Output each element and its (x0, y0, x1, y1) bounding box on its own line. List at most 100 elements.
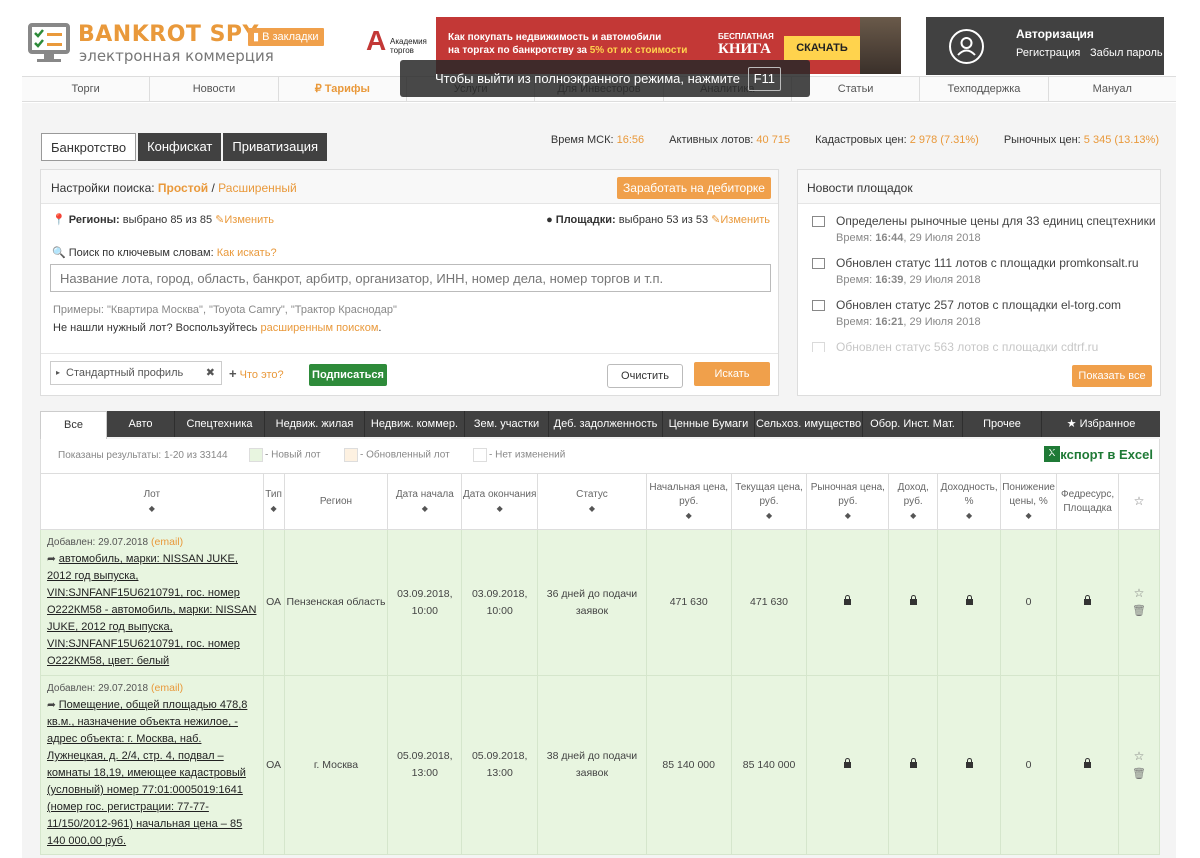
tab-bankruptcy[interactable]: Банкротство (41, 133, 137, 161)
forgot-password-link[interactable]: Забыл пароль (1090, 47, 1163, 59)
logo-title[interactable]: BANKROT SPY (78, 22, 259, 47)
sort-icon[interactable]: ◆ (889, 509, 937, 523)
news-text[interactable]: Определены рыночные цены для 33 единиц с… (836, 214, 1156, 228)
sort-icon[interactable]: ◆ (538, 502, 646, 516)
news-text[interactable]: Обновлен статус 257 лотов с площадки el-… (836, 298, 1121, 312)
search-mode-advanced[interactable]: Расширенный (218, 181, 297, 195)
news-text[interactable]: Обновлен статус 563 лотов с площадки cdt… (836, 340, 1098, 352)
stat-market-value: 5 345 (13.13%) (1083, 134, 1159, 146)
search-button[interactable]: Искать (694, 362, 770, 386)
lock-icon[interactable] (909, 757, 917, 768)
advanced-search-link[interactable]: расширенным поиском (260, 322, 378, 334)
lot-link[interactable]: автомобиль, марки: NISSAN JUKE, 2012 год… (47, 553, 256, 667)
lock-icon[interactable] (844, 757, 852, 768)
col-decrease[interactable]: Понижение цены, % ◆ (1000, 473, 1058, 530)
col-yield[interactable]: Доходность, % ◆ (937, 473, 1002, 530)
news-text[interactable]: Обновлен статус 111 лотов с площадки pro… (836, 256, 1139, 270)
auth-title[interactable]: Авторизация (1016, 27, 1094, 41)
table-row[interactable]: Добавлен: 29.07.2018 (email) ➦ Помещение… (40, 675, 1160, 855)
clear-profile-icon[interactable]: ✖ (206, 362, 215, 384)
lot-decrease: 0 (1000, 529, 1058, 676)
share-icon[interactable]: ➦ (47, 699, 56, 711)
col-start-price[interactable]: Начальная цена, руб. ◆ (645, 473, 732, 530)
lock-icon[interactable] (909, 595, 917, 605)
profile-select[interactable]: ▸ Стандартный профиль ✖ (50, 361, 222, 385)
col-end-date[interactable]: Дата окончания ◆ (461, 473, 539, 530)
sort-icon[interactable]: ◆ (462, 502, 537, 516)
nav-item-news[interactable]: Новости (150, 77, 279, 101)
lock-icon[interactable] (844, 595, 852, 605)
col-region[interactable]: Регион (283, 473, 389, 530)
bookmark-button[interactable]: ▮ В закладки (248, 28, 324, 46)
trash-icon[interactable]: 🗑 (1132, 605, 1146, 617)
sort-icon[interactable]: ◆ (1001, 509, 1056, 523)
tab-equipment[interactable]: Обор. Инст. Мат. (863, 411, 963, 437)
col-market-price[interactable]: Рыночная цена, руб. ◆ (806, 473, 890, 530)
tab-commercial[interactable]: Недвиж. коммер. (365, 411, 465, 437)
tab-privatization[interactable]: Приватизация (223, 133, 328, 161)
col-type[interactable]: Тип ◆ (262, 473, 285, 530)
col-lot-label: Лот (143, 488, 161, 500)
register-link[interactable]: Регистрация (1016, 47, 1080, 59)
show-all-button[interactable]: Показать все (1072, 365, 1152, 387)
what-is-it-link[interactable]: Что это? (240, 369, 284, 381)
tab-favorites[interactable]: ★ Избранное (1042, 411, 1160, 437)
news-item[interactable]: Обновлен статус 563 лотов с площадки cdt… (812, 340, 1152, 352)
share-icon[interactable]: ➦ (47, 553, 56, 565)
star-icon[interactable]: ☆ (1134, 586, 1145, 600)
tab-special-machinery[interactable]: Спецтехника (175, 411, 265, 437)
tab-all[interactable]: Все (40, 411, 107, 439)
lot-link[interactable]: Помещение, общей площадью 478,8 кв.м., н… (47, 699, 247, 847)
nav-item-manual[interactable]: Мануал (1049, 77, 1176, 101)
nav-item-tariffs[interactable]: ₽ Тарифы (279, 77, 407, 101)
legend-nochange-label: - Нет изменений (489, 449, 566, 461)
regions-change-link[interactable]: Изменить (224, 214, 274, 226)
trash-icon[interactable]: 🗑 (1132, 768, 1146, 780)
nav-item-articles[interactable]: Статьи (792, 77, 921, 101)
col-current-price[interactable]: Текущая цена, руб. ◆ (730, 473, 808, 530)
areas-change-link[interactable]: Изменить (720, 214, 770, 226)
export-excel-link[interactable]: Экспорт в Excel (1051, 447, 1153, 462)
search-settings-label: Настройки поиска: (51, 181, 155, 195)
col-income[interactable]: Доход, руб. ◆ (888, 473, 939, 530)
lock-icon[interactable] (1084, 757, 1092, 768)
sort-icon[interactable]: ◆ (732, 509, 807, 523)
tab-residential[interactable]: Недвиж. жилая (265, 411, 365, 437)
tab-receivables[interactable]: Деб. задолженность (549, 411, 663, 437)
nav-item-torgi[interactable]: Торги (22, 77, 151, 101)
sort-icon[interactable]: ◆ (647, 509, 731, 523)
sort-icon[interactable]: ◆ (938, 509, 1000, 523)
tab-auto[interactable]: Авто (107, 411, 175, 437)
tab-confiscation[interactable]: Конфискат (138, 133, 222, 161)
star-icon[interactable]: ☆ (1134, 749, 1145, 763)
col-start-date[interactable]: Дата начала ◆ (387, 473, 463, 530)
tab-securities[interactable]: Ценные Бумаги (663, 411, 755, 437)
subscribe-button[interactable]: Подписаться (309, 364, 387, 386)
pencil-icon: ✎ (215, 214, 225, 226)
tab-agricultural[interactable]: Сельхоз. имущество (755, 411, 863, 437)
tab-other[interactable]: Прочее (963, 411, 1042, 437)
tab-land[interactable]: Зем. участки (465, 411, 549, 437)
col-status[interactable]: Статус ◆ (537, 473, 647, 530)
sort-icon[interactable]: ◆ (41, 502, 263, 516)
how-to-search-link[interactable]: Как искать? (217, 247, 277, 259)
table-row[interactable]: Добавлен: 29.07.2018 (email) ➦ автомобил… (40, 529, 1160, 676)
lock-icon[interactable] (1084, 595, 1092, 605)
lot-email-link[interactable]: (email) (151, 536, 183, 548)
search-mode-simple[interactable]: Простой (158, 181, 208, 195)
earn-receivables-button[interactable]: Заработать на дебиторке (617, 177, 771, 199)
keyword-search-input[interactable] (50, 264, 771, 292)
sort-icon[interactable]: ◆ (388, 502, 461, 516)
banner-download-button[interactable]: СКАЧАТЬ (784, 36, 860, 60)
nav-item-support[interactable]: Техподдержка (920, 77, 1049, 101)
plus-icon[interactable]: + (229, 366, 237, 381)
clear-button[interactable]: Очистить (607, 364, 683, 388)
sort-icon[interactable]: ◆ (264, 502, 284, 516)
col-lot[interactable]: Лот ◆ (40, 473, 264, 530)
user-avatar-icon[interactable] (949, 29, 984, 64)
logo-icon[interactable] (27, 22, 71, 64)
lock-icon[interactable] (965, 595, 973, 605)
lot-email-link[interactable]: (email) (151, 682, 183, 694)
lock-icon[interactable] (965, 757, 973, 768)
sort-icon[interactable]: ◆ (807, 509, 888, 523)
